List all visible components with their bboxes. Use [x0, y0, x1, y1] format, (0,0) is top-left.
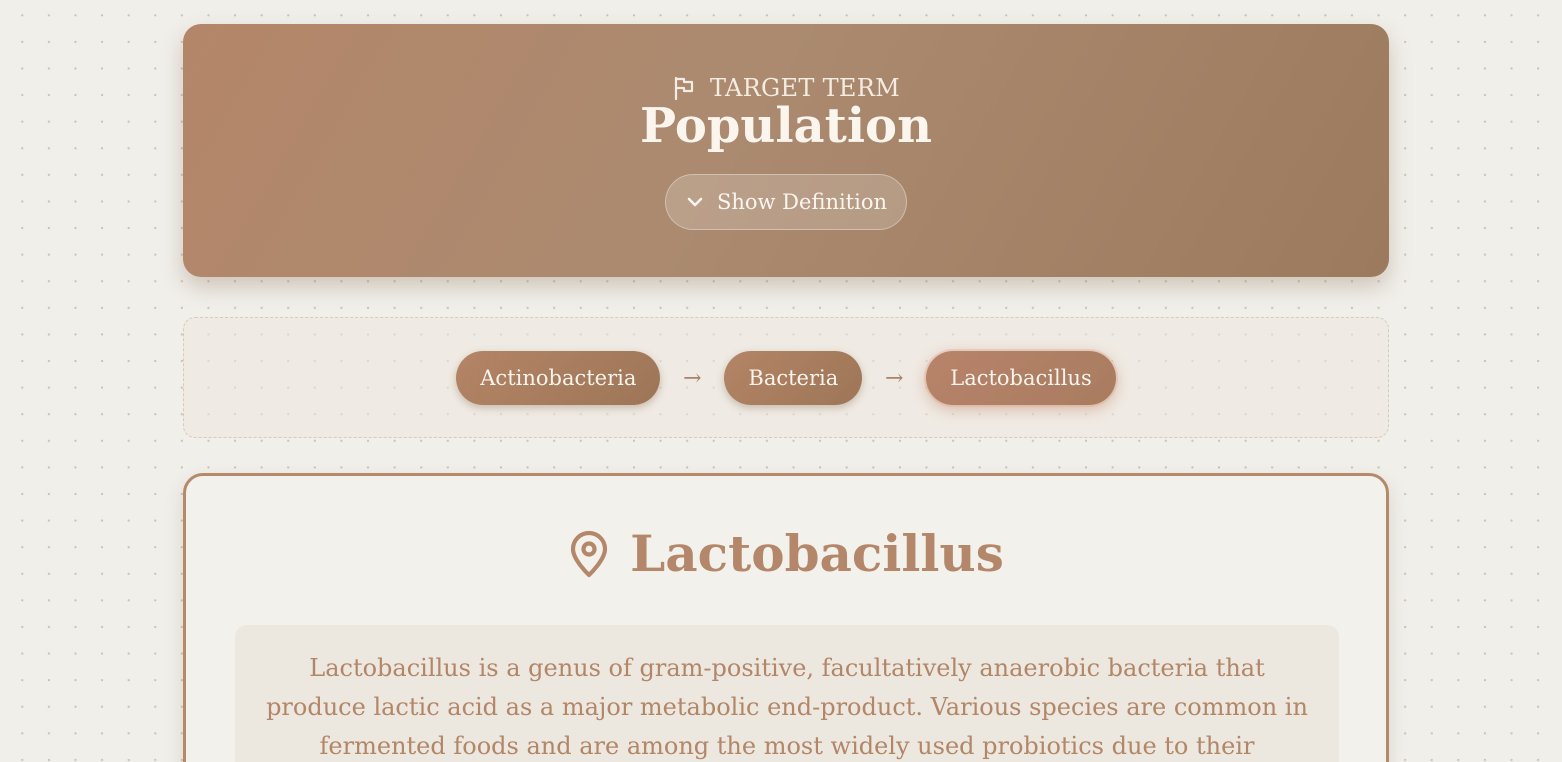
target-term-title: Population [640, 98, 932, 154]
show-definition-label: Show Definition [716, 190, 888, 214]
path-arrow-icon: → [885, 365, 904, 391]
chevron-down-icon [687, 197, 703, 207]
path-chip-bacteria[interactable]: Bacteria [724, 351, 863, 405]
current-node-card: Lactobacillus Lactobacillus is a genus o… [183, 473, 1389, 762]
path-chip-label: Bacteria [748, 366, 839, 390]
current-node-description: Lactobacillus is a genus of gram-positiv… [235, 625, 1339, 762]
current-node-header: Lactobacillus [186, 524, 1386, 583]
path-chip-lactobacillus[interactable]: Lactobacillus [926, 351, 1116, 405]
path-chip-label: Actinobacteria [480, 366, 637, 390]
map-pin-icon [571, 530, 608, 577]
path-chip-label: Lactobacillus [950, 366, 1092, 390]
path-chip-actinobacteria[interactable]: Actinobacteria [456, 351, 661, 405]
show-definition-button[interactable]: Show Definition [665, 174, 907, 230]
current-node-title: Lactobacillus [630, 524, 1004, 583]
taxonomy-path: Actinobacteria → Bacteria → Lactobacillu… [183, 317, 1389, 438]
path-arrow-icon: → [683, 365, 702, 391]
target-term-card: TARGET TERM Population Show Definition [183, 24, 1389, 277]
